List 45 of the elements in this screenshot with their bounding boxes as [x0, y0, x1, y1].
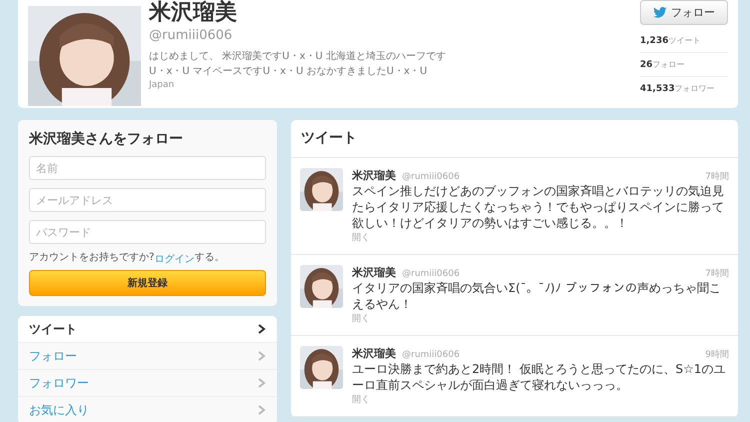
profile-name: 米沢瑠美	[149, 0, 237, 26]
signup-button[interactable]: 新規登録	[29, 270, 266, 296]
nav-item[interactable]: お気に入り	[18, 397, 277, 422]
tweet-time: 7時間	[705, 170, 729, 183]
profile-location: Japan	[149, 79, 176, 92]
tweet-author: 米沢瑠美	[352, 265, 396, 280]
login-prompt: アカウントをお持ちですか?	[29, 250, 154, 265]
tweet-author: 米沢瑠美	[352, 168, 396, 183]
profile-handle: @rumiii0606	[149, 28, 234, 43]
chevron-icon	[258, 324, 266, 334]
nav-item[interactable]: ツイート	[18, 316, 277, 343]
timeline-title: ツイート	[291, 120, 738, 158]
tweet-text: ユーロ決勝まで約あと2時間！ 仮眠とろうと思ってたのに、S☆1のユーロ直前スペシャルが面白過ぎて寝れないっっっ。	[352, 361, 726, 393]
expand-link[interactable]: 開く	[352, 393, 370, 406]
tweet-handle: @rumiii0606	[402, 269, 461, 279]
follow-button[interactable]: フォロー	[640, 0, 728, 25]
input-field[interactable]: パスワード	[29, 220, 266, 244]
input-field[interactable]: メールアドレス	[29, 188, 266, 212]
stat-value: 41,533	[640, 84, 675, 94]
tweet-text: イタリアの国家斉唱の気合いΣ(¯。¯ﾉ)ﾉ ブッフォンの声めっちゃ聞こえるやん！	[352, 280, 722, 312]
tweet-time: 7時間	[705, 268, 729, 280]
bird-icon	[653, 7, 667, 18]
nav-item[interactable]: フォロワー	[18, 370, 277, 397]
tweet-handle: @rumiii0606	[402, 350, 461, 360]
expand-link[interactable]: 開く	[352, 312, 370, 325]
expand-link[interactable]: 開く	[352, 231, 370, 244]
tweet-text: スペイン推しだけどあのブッフォンの国家斉唱とバロテッリの気迫見たらイタリア応援したくなっちゃう！でもやっぱりスペインに勝って欲しい！けどイタリアの勢いはすごい感じる。。！	[352, 183, 725, 231]
profile-bio: U・x・U マイペースですU・x・U おなかすきましたU・x・U	[149, 65, 428, 79]
profile-bio: はじめまして、 米沢瑠美ですU・x・U 北海道と埼玉のハーフです	[149, 50, 447, 64]
signup-title: 米沢瑠美さんをフォロー	[29, 130, 184, 148]
stat-label: フォロー	[652, 59, 685, 70]
login-prompt: する。	[194, 251, 224, 265]
input-field[interactable]: 名前	[29, 156, 266, 180]
tweet-time: 9時間	[705, 348, 729, 361]
stat-label: ツイート	[668, 35, 700, 46]
chevron-icon	[258, 351, 266, 361]
stat-value: 26	[640, 60, 653, 70]
chevron-icon	[258, 378, 266, 388]
nav-item[interactable]: フォロー	[18, 343, 277, 370]
stat-value: 1,236	[640, 36, 668, 46]
tweet-handle: @rumiii0606	[402, 172, 461, 182]
stat-label: フォロワー	[674, 83, 715, 94]
chevron-icon	[258, 405, 266, 415]
tweet-author: 米沢瑠美	[352, 346, 396, 361]
login-link[interactable]: ログイン	[154, 252, 194, 266]
